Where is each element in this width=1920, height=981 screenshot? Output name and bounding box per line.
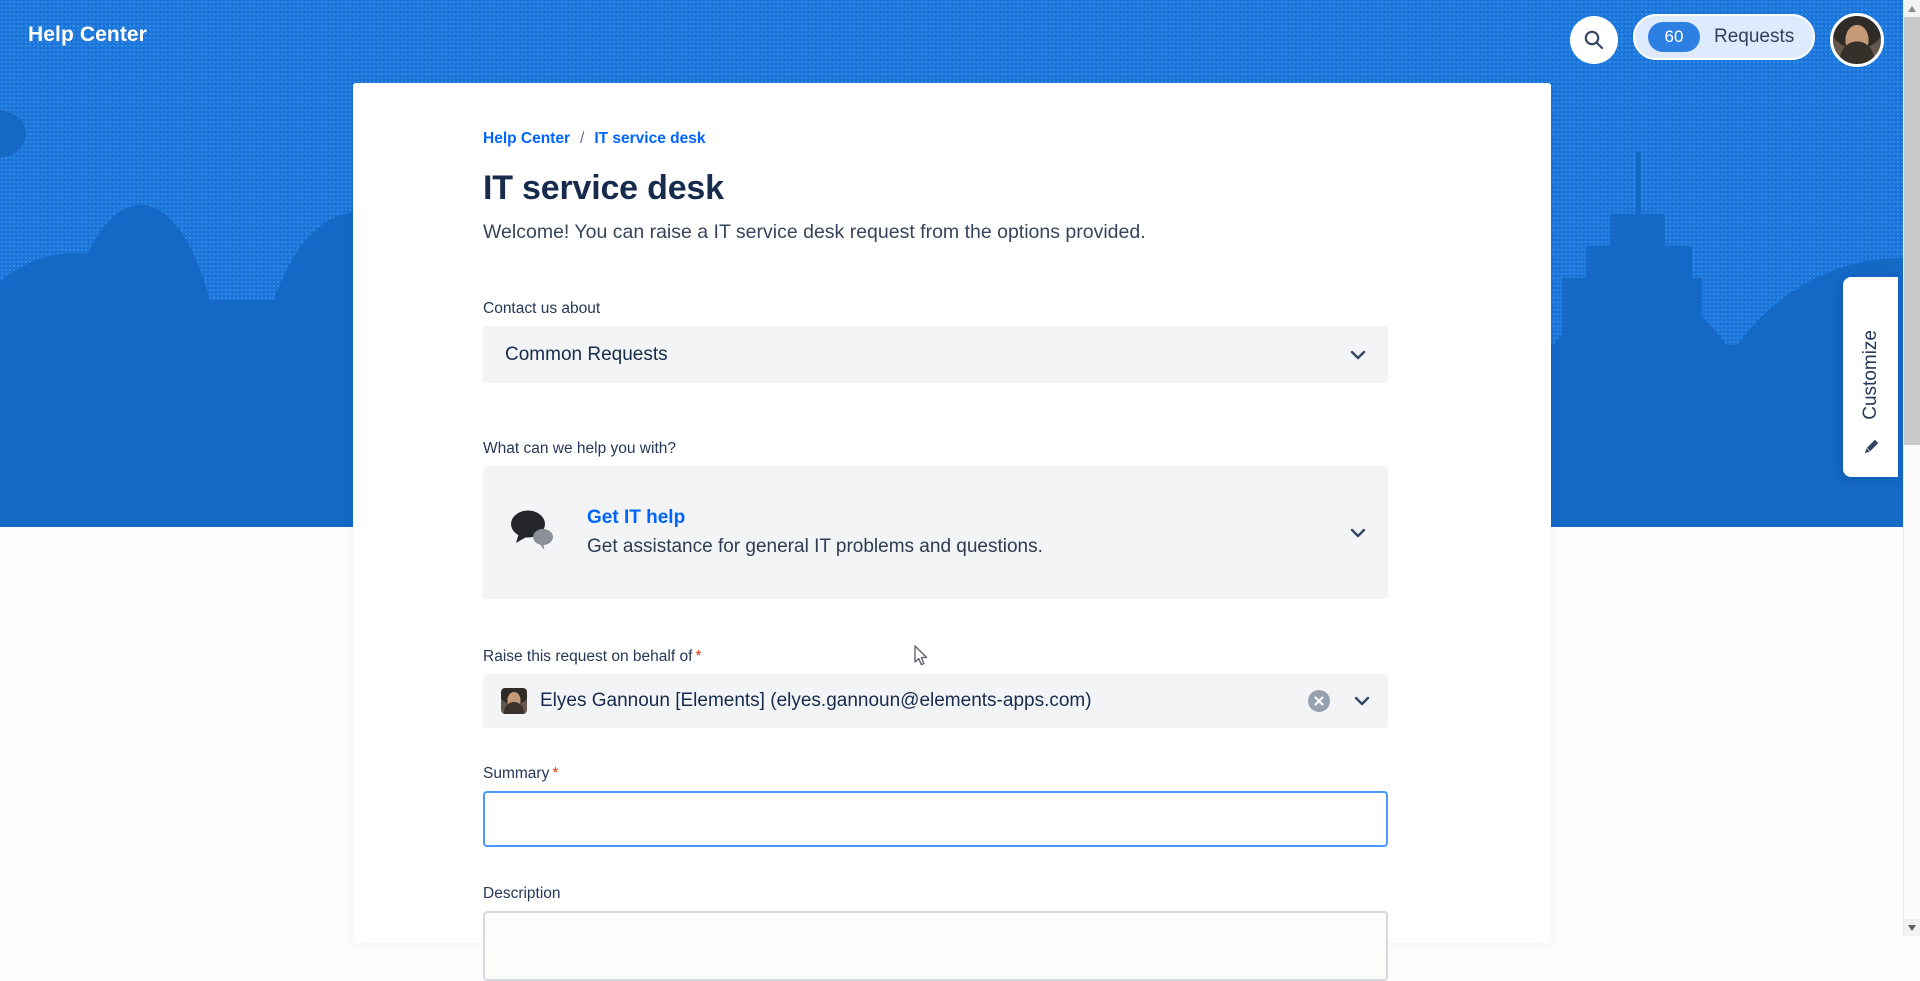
- behalf-user-avatar: [501, 688, 527, 714]
- tower-mid: [1586, 246, 1692, 280]
- request-type-description: Get assistance for general IT problems a…: [587, 536, 1350, 558]
- breadcrumb: Help Center / IT service desk: [483, 130, 1388, 148]
- customize-label: Customize: [1860, 330, 1882, 420]
- page-intro: Welcome! You can raise a IT service desk…: [483, 221, 1388, 244]
- customize-tab[interactable]: Customize: [1843, 277, 1898, 477]
- chat-bubbles-icon: [507, 507, 557, 553]
- clear-circle-icon: [1314, 696, 1324, 706]
- requests-count-badge: 60: [1648, 22, 1700, 52]
- help-center-logo[interactable]: Help Center: [28, 23, 147, 47]
- tower-top: [1610, 214, 1665, 248]
- search-icon: [1583, 29, 1605, 51]
- chevron-down-icon: [1350, 350, 1366, 360]
- contact-us-select[interactable]: Common Requests: [483, 326, 1388, 383]
- required-asterisk: *: [695, 648, 701, 665]
- arrow-up-icon: [1908, 6, 1916, 12]
- pencil-icon: [1861, 437, 1881, 457]
- requests-button[interactable]: 60 Requests: [1633, 14, 1815, 60]
- behalf-user-select[interactable]: Elyes Gannoun [Elements] (elyes.gannoun@…: [483, 674, 1388, 728]
- arrow-down-icon: [1908, 925, 1916, 931]
- requests-label: Requests: [1714, 26, 1794, 48]
- breadcrumb-help-center-link[interactable]: Help Center: [483, 130, 570, 148]
- description-label: Description: [483, 885, 1388, 903]
- breadcrumb-current-link[interactable]: IT service desk: [594, 130, 705, 148]
- clear-selection-button[interactable]: [1308, 690, 1330, 712]
- breadcrumb-separator: /: [580, 130, 584, 148]
- summary-label: Summary*: [483, 765, 1388, 783]
- chevron-down-icon: [1350, 528, 1366, 538]
- request-type-label: What can we help you with?: [483, 440, 1388, 458]
- contact-us-label: Contact us about: [483, 300, 1388, 318]
- behalf-label: Raise this request on behalf of*: [483, 648, 1388, 666]
- scrollbar-thumb[interactable]: [1904, 17, 1920, 445]
- page-title: IT service desk: [483, 169, 1388, 208]
- portal-card: Help Center / IT service desk IT service…: [353, 83, 1551, 943]
- hill-base: [0, 300, 360, 527]
- scrollbar-up-button[interactable]: [1904, 0, 1920, 17]
- contact-us-value: Common Requests: [505, 344, 1350, 366]
- request-type-select[interactable]: Get IT help Get assistance for general I…: [483, 466, 1388, 599]
- cloud-shape: [0, 110, 26, 158]
- page-scrollbar[interactable]: [1903, 0, 1920, 936]
- user-avatar[interactable]: [1830, 13, 1884, 67]
- chevron-down-icon: [1354, 696, 1370, 706]
- required-asterisk: *: [552, 765, 558, 782]
- summary-input[interactable]: [483, 791, 1388, 847]
- request-type-title: Get IT help: [587, 507, 1350, 529]
- scrollbar-down-button[interactable]: [1904, 919, 1920, 936]
- search-button[interactable]: [1570, 16, 1618, 64]
- tower-antenna: [1636, 152, 1641, 218]
- description-textarea[interactable]: [483, 911, 1388, 981]
- behalf-user-value: Elyes Gannoun [Elements] (elyes.gannoun@…: [540, 690, 1308, 712]
